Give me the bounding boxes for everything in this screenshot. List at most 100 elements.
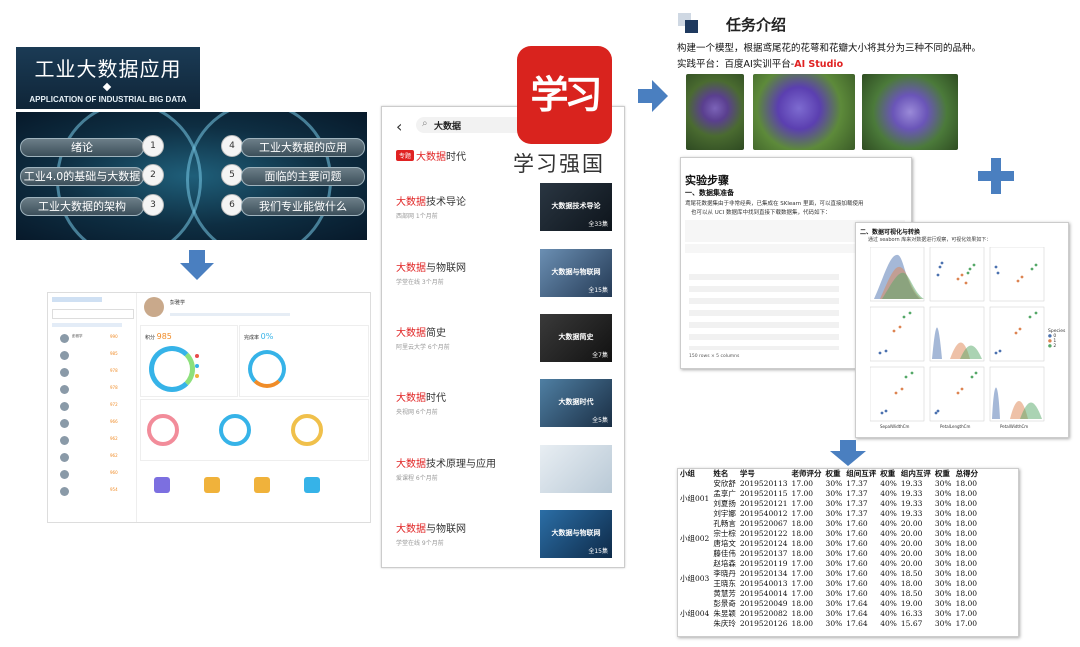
result-title[interactable]: 大数据简史 [396,324,446,339]
result-thumbnail[interactable]: 大数据时代 全5集 [540,379,612,427]
topic-1[interactable]: 绪论 [20,138,144,157]
table-cell: 40% [880,599,897,608]
list-item[interactable]: 985 [50,350,134,362]
list-item[interactable]: 966 [50,418,134,430]
rate-gauge [248,350,286,388]
table-cell: 30% [825,549,843,558]
table-cell: 30% [825,569,843,578]
topic-1-label: 绪论 [71,141,93,154]
table-row: 王晓东 2019540013 17.00 30% 17.60 40% 18.00 30% 18.… [678,579,980,589]
group-name: 小组004 [680,609,710,618]
section-2-text: 通过 seaborn 库来对数据进行观察，可视化效果如下： [868,237,992,243]
table-cell: 40% [880,589,897,598]
score-card: 积分 985 [140,325,238,397]
table-footer: 150 rows × 5 columns [689,354,740,359]
table-cell: 17.64 [846,599,868,608]
table-cell: 18.00 [955,489,978,498]
table-cell: 30% [825,499,843,508]
table-row: 刘夏扬 2019520121 17.00 30% 17.37 40% 19.33 30% 18.… [678,499,980,509]
chat-icon[interactable] [154,477,170,493]
table-row: 宗士棕 2019520122 18.00 30% 17.60 40% 20.00 30% 18.… [678,529,980,539]
result-title[interactable]: 大数据与物联网 [396,259,466,274]
table-cell: 40% [880,579,897,588]
table-cell: 18.00 [955,519,978,528]
table-cell: 17.00 [791,509,814,518]
table-cell: 18.00 [955,589,978,598]
table-cell: 30% [934,599,952,608]
topic-4[interactable]: 工业大数据的应用 [241,138,365,157]
search-input[interactable]: ⌕ 大数据 [416,117,526,133]
table-row: 小组001 安欣舒 2019520113 17.00 30% 17.37 40% 19.33 3… [678,479,980,503]
thumbs-up-icon[interactable] [204,477,220,493]
ranking-sidebar: 彭雅学 990 985 978 978 972 966 962 962 960 9… [48,293,137,522]
table-cell: 40% [880,499,897,508]
list-item[interactable]: 960 [50,469,134,481]
table-cell: 30% [934,519,952,528]
list-item[interactable]: 978 [50,384,134,396]
table-cell: 18.00 [955,599,978,608]
table-cell: 17.60 [846,539,868,548]
topic-5[interactable]: 面临的主要问题 [241,167,365,186]
topic-3[interactable]: 工业大数据的架构 [20,197,144,216]
learning-dashboard: 彭雅学 990 985 978 978 972 966 962 962 960 9… [47,292,371,523]
table-header-row: 小组 姓名 学号 老师评分 权重 组间互评 权重 组内互评 权重 总得分 [680,469,979,478]
result-thumbnail[interactable] [540,445,612,493]
table-cell: 18.00 [955,579,978,588]
table-cell: 17.00 [791,579,814,588]
table-cell: 藤佳伟 [713,549,736,558]
iris-photo-1 [686,74,744,150]
result-meta: 学堂在线 3个月前 [396,279,444,286]
pairplot-cell-kde [929,306,985,362]
rate-card: 完成率 0% [239,325,369,397]
list-item[interactable]: 954 [50,486,134,498]
xuexi-name: 学习强国 [513,152,605,176]
table-cell: 30% [825,559,843,568]
topic-6[interactable]: 我们专业能做什么 [241,197,365,216]
result-thumbnail[interactable]: 大数据与物联网 全15集 [540,510,612,558]
task-icon [678,13,698,33]
result-title[interactable]: 大数据技术原理与应用 [396,455,496,470]
back-button[interactable]: ‹ [396,117,402,136]
result-thumbnail[interactable]: 大数据与物联网 全15集 [540,249,612,297]
table-cell: 2019540014 [739,589,788,598]
list-item[interactable]: 972 [50,401,134,413]
search-input[interactable] [52,309,134,319]
topic-2[interactable]: 工业4.0的基础与大数据 [20,167,144,186]
topic-1-number: 1 [142,135,164,157]
table-row: 藤佳伟 2019520137 18.00 30% 17.60 40% 20.00 30% 18.… [678,549,980,559]
result-thumbnail[interactable]: 大数据技术导论 全33集 [540,183,612,231]
result-title[interactable]: 大数据技术导论 [396,193,466,208]
result-thumbnail[interactable]: 大数据简史 全7集 [540,314,612,362]
topics-panel: 绪论 1 工业4.0的基础与大数据 2 工业大数据的架构 3 4 工业大数据的应… [16,112,367,240]
list-item[interactable]: 962 [50,452,134,464]
table-cell: 18.00 [955,569,978,578]
table-cell: 17.60 [846,549,868,558]
tabs[interactable] [52,323,122,327]
arrow-right-icon [638,80,668,112]
table-cell: 20.00 [900,529,923,538]
table-cell: 18.00 [955,499,978,508]
result-title[interactable]: 大数据与物联网 [396,520,466,535]
table-cell: 17.00 [791,479,814,488]
table-row: 孟享广 2019520115 17.00 30% 17.37 40% 19.33 30% 18.… [678,489,980,499]
table-cell: 18.00 [791,619,814,628]
list-item[interactable]: 962 [50,435,134,447]
result-title[interactable]: 大数据时代 [416,148,466,163]
result-title[interactable]: 大数据时代 [396,389,446,404]
x-label: SepalWidthCm [880,424,910,429]
table-row: 黄慧芳 2019540014 17.00 30% 17.60 40% 18.50 30% 18.… [678,589,980,599]
arrow-down-icon [180,250,214,280]
user-name: 彭雅学 [170,300,186,306]
legend-item: ● 2 [1048,344,1057,349]
table-cell: 18.00 [900,579,923,588]
table-cell: 17.60 [846,579,868,588]
table-cell: 17.60 [846,589,868,598]
table-cell: 2019520122 [739,529,788,538]
list-item[interactable]: 978 [50,367,134,379]
table-cell: 20.00 [900,519,923,528]
video-icon[interactable] [304,477,320,493]
badge-icon[interactable] [254,477,270,493]
list-item[interactable]: 彭雅学 990 [50,333,134,345]
evaluation-card [140,399,369,461]
table-cell: 20.00 [900,559,923,568]
